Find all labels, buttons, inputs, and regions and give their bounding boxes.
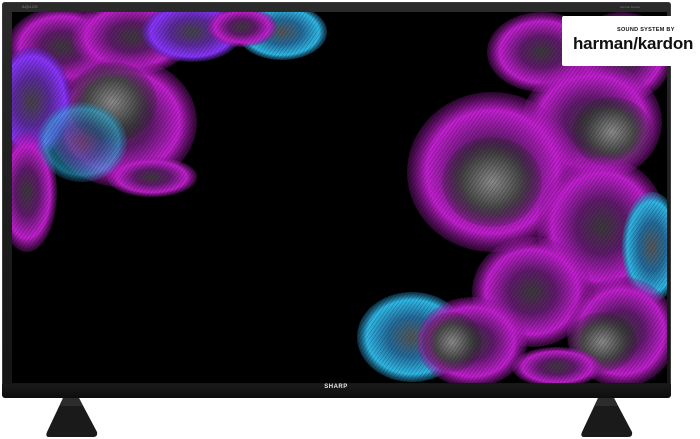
top-right-mark: harman kardon [620, 5, 641, 9]
badge-brand: harman/kardon [573, 34, 694, 53]
aquos-logo: AQUOS [22, 4, 38, 9]
tv-stand-right [580, 398, 635, 438]
tv-stand-left [45, 398, 100, 438]
tv-bottom-bezel [2, 384, 671, 398]
tv-screen [12, 12, 667, 383]
feather-artwork [12, 12, 667, 383]
product-image: AQUOS harman kardon SHARP SOUND SYSTEM B… [0, 0, 700, 439]
badge-caption: SOUND SYSTEM BY [617, 27, 675, 33]
feather-cluster-right [342, 12, 667, 383]
feather-cluster-top-left [12, 12, 342, 272]
